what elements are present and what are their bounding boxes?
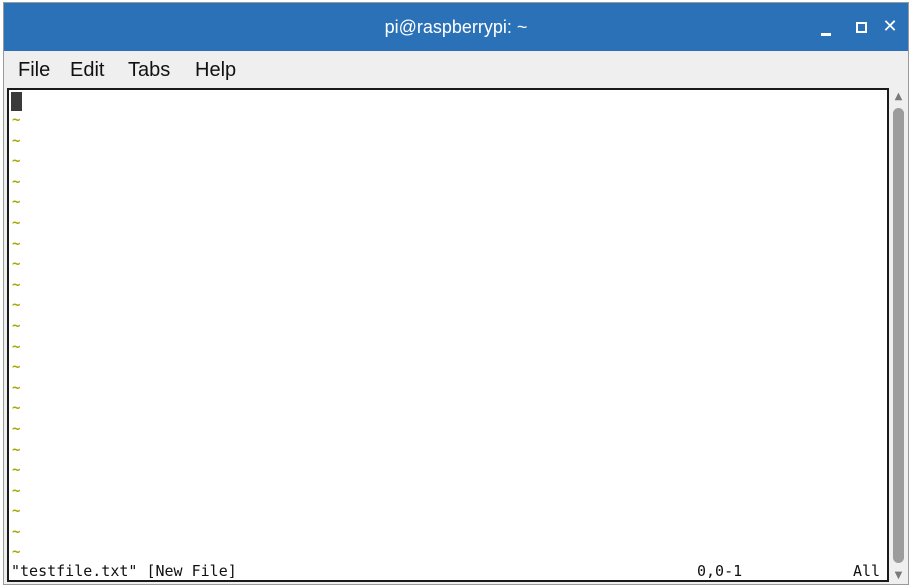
empty-line-tilde: ~ [12, 256, 21, 273]
empty-line-tilde: ~ [12, 379, 21, 396]
cursor-position: 0,0-1 [697, 562, 743, 580]
empty-line-tilde: ~ [12, 544, 21, 561]
empty-line-tilde: ~ [12, 297, 21, 314]
empty-line-tilde: ~ [12, 194, 21, 211]
empty-line-tilde: ~ [12, 482, 21, 499]
text-cursor [11, 92, 22, 111]
empty-line-tilde: ~ [12, 523, 21, 540]
status-message: "testfile.txt" [New File] [11, 562, 237, 580]
menu-file[interactable]: File [18, 59, 50, 82]
menu-help[interactable]: Help [195, 59, 236, 82]
close-icon[interactable]: ✕ [880, 17, 900, 37]
empty-line-tilde: ~ [12, 400, 21, 417]
empty-line-tilde: ~ [12, 235, 21, 252]
empty-line-tilde: ~ [12, 132, 21, 149]
empty-line-tilde: ~ [12, 317, 21, 334]
empty-line-tilde: ~ [12, 276, 21, 293]
window-title: pi@raspberrypi: ~ [384, 17, 528, 37]
minimize-icon[interactable] [816, 17, 836, 37]
empty-line-tilde: ~ [12, 338, 21, 355]
empty-line-tilde: ~ [12, 462, 21, 479]
terminal-window: pi@raspberrypi: ~ ✕ File Edit Tabs Help … [3, 2, 909, 585]
terminal-area[interactable]: ~ ~ ~ ~ ~ ~ ~ ~ ~ ~ ~ ~ ~ ~ ~ ~ ~ ~ ~ ~ ~ ~ "testfile.txt" [N… [7, 88, 889, 582]
vertical-scrollbar[interactable]: ▲ ▼ [890, 88, 907, 584]
scroll-down-icon[interactable]: ▼ [892, 569, 905, 582]
empty-line-tilde: ~ [12, 214, 21, 231]
empty-line-tilde: ~ [12, 359, 21, 376]
empty-line-tilde: ~ [12, 173, 21, 190]
maximize-icon[interactable] [851, 17, 871, 37]
menu-bar: File Edit Tabs Help [4, 51, 908, 89]
empty-line-tilde: ~ [12, 441, 21, 458]
empty-line-tilde: ~ [12, 420, 21, 437]
menu-tabs[interactable]: Tabs [128, 59, 170, 82]
scroll-thumb[interactable] [893, 108, 904, 563]
empty-line-tilde: ~ [12, 112, 21, 128]
empty-line-tilde: ~ [12, 153, 21, 170]
scroll-indicator: All [853, 562, 881, 580]
scroll-up-icon[interactable]: ▲ [892, 90, 905, 103]
empty-line-markers: ~ ~ ~ ~ ~ ~ ~ ~ ~ ~ ~ ~ ~ ~ ~ ~ ~ ~ ~ ~ ~ ~ [12, 110, 24, 563]
empty-line-tilde: ~ [12, 503, 21, 520]
menu-edit[interactable]: Edit [70, 59, 104, 82]
title-bar[interactable]: pi@raspberrypi: ~ ✕ [4, 3, 908, 51]
